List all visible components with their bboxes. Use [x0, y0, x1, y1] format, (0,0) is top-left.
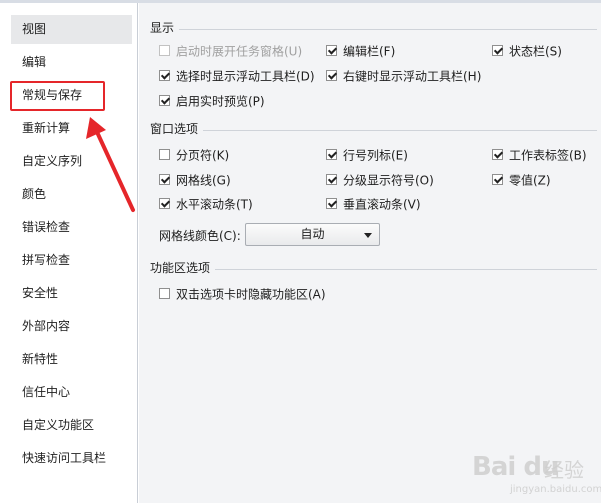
gridline-color-label: 网格线颜色(C):: [159, 229, 241, 243]
hide-ribbon-option[interactable]: 双击选项卡时隐藏功能区(A): [159, 285, 326, 303]
v-scrollbar-option[interactable]: 垂直滚动条(V): [326, 195, 421, 213]
gridline-color-dropdown[interactable]: 自动: [245, 223, 380, 246]
formula-bar-label: 编辑栏(F): [343, 44, 396, 59]
sidebar-item-quick-access-toolbar[interactable]: 快速访问工具栏: [11, 444, 132, 473]
page-breaks-option[interactable]: 分页符(K): [159, 146, 229, 164]
status-bar-option[interactable]: 状态栏(S): [492, 42, 562, 60]
status-bar-label: 状态栏(S): [509, 44, 562, 59]
sheet-tabs-checkbox[interactable]: [492, 149, 503, 160]
gridline-color-value: 自动: [300, 227, 325, 241]
formula-bar-checkbox[interactable]: [326, 45, 337, 56]
hide-ribbon-checkbox[interactable]: [159, 288, 170, 299]
sidebar-item-trust-center[interactable]: 信任中心: [11, 378, 132, 407]
sheet-tabs-option[interactable]: 工作表标签(B): [492, 146, 587, 164]
live-preview-option[interactable]: 启用实时预览(P): [159, 92, 265, 110]
sidebar-item-spell-check[interactable]: 拼写检查: [11, 246, 132, 275]
sheet-tabs-label: 工作表标签(B): [509, 148, 587, 163]
status-bar-checkbox[interactable]: [492, 45, 503, 56]
display-group-divider: [179, 29, 597, 30]
zero-values-checkbox[interactable]: [492, 174, 503, 185]
annotation-highlight-box: [10, 81, 105, 111]
sidebar-item-new-features[interactable]: 新特性: [11, 345, 132, 374]
formula-bar-option[interactable]: 编辑栏(F): [326, 42, 395, 60]
floating-toolbar-rightclick-label: 右键时显示浮动工具栏(H): [343, 69, 482, 84]
options-content-pane: 显示 启动时展开任务窗格(U) 编辑栏(F) 状态栏(S) 选择时显示浮动工具栏…: [139, 3, 601, 503]
h-scrollbar-checkbox[interactable]: [159, 198, 170, 209]
v-scrollbar-checkbox[interactable]: [326, 198, 337, 209]
sidebar-item-edit[interactable]: 编辑: [11, 48, 132, 77]
zero-values-label: 零值(Z): [509, 173, 551, 188]
floating-toolbar-rightclick-option[interactable]: 右键时显示浮动工具栏(H): [326, 67, 481, 85]
page-breaks-label: 分页符(K): [176, 148, 230, 163]
v-scrollbar-label: 垂直滚动条(V): [343, 197, 421, 212]
floating-toolbar-rightclick-checkbox[interactable]: [326, 70, 337, 81]
h-scrollbar-option[interactable]: 水平滚动条(T): [159, 195, 253, 213]
outline-symbols-checkbox[interactable]: [326, 174, 337, 185]
sidebar-item-error-checking[interactable]: 错误检查: [11, 213, 132, 242]
floating-toolbar-select-checkbox[interactable]: [159, 70, 170, 81]
gridlines-checkbox[interactable]: [159, 174, 170, 185]
sidebar-item-custom-lists[interactable]: 自定义序列: [11, 147, 132, 176]
gridlines-label: 网格线(G): [176, 173, 231, 188]
live-preview-checkbox[interactable]: [159, 95, 170, 106]
chevron-down-icon: [364, 233, 372, 238]
sidebar-item-security[interactable]: 安全性: [11, 279, 132, 308]
window-group-title: 窗口选项: [150, 121, 203, 137]
zero-values-option[interactable]: 零值(Z): [492, 171, 551, 189]
page-breaks-checkbox[interactable]: [159, 149, 170, 160]
show-taskpane-label: 启动时展开任务窗格(U): [176, 44, 303, 59]
gridlines-option[interactable]: 网格线(G): [159, 171, 231, 189]
display-group-title: 显示: [150, 20, 179, 36]
hide-ribbon-label: 双击选项卡时隐藏功能区(A): [176, 287, 326, 302]
live-preview-label: 启用实时预览(P): [176, 94, 265, 109]
floating-toolbar-select-label: 选择时显示浮动工具栏(D): [176, 69, 315, 84]
row-col-headers-label: 行号列标(E): [343, 148, 408, 163]
row-col-headers-checkbox[interactable]: [326, 149, 337, 160]
outline-symbols-option[interactable]: 分级显示符号(O): [326, 171, 434, 189]
sidebar-item-customize-ribbon[interactable]: 自定义功能区: [11, 411, 132, 440]
show-taskpane-checkbox[interactable]: [159, 45, 170, 56]
show-taskpane-option[interactable]: 启动时展开任务窗格(U): [159, 42, 302, 60]
options-sidebar: 视图 编辑 常规与保存 重新计算 自定义序列 颜色 错误检查 拼写检查 安全性 …: [0, 3, 138, 503]
sidebar-item-color[interactable]: 颜色: [11, 180, 132, 209]
window-group-divider: [203, 130, 597, 131]
floating-toolbar-select-option[interactable]: 选择时显示浮动工具栏(D): [159, 67, 315, 85]
sidebar-item-view[interactable]: 视图: [11, 15, 132, 44]
h-scrollbar-label: 水平滚动条(T): [176, 197, 253, 212]
row-col-headers-option[interactable]: 行号列标(E): [326, 146, 408, 164]
outline-symbols-label: 分级显示符号(O): [343, 173, 434, 188]
sidebar-item-recalculation[interactable]: 重新计算: [11, 114, 132, 143]
ribbon-group-divider: [215, 269, 597, 270]
sidebar-item-external-content[interactable]: 外部内容: [11, 312, 132, 341]
ribbon-group-title: 功能区选项: [150, 260, 215, 276]
